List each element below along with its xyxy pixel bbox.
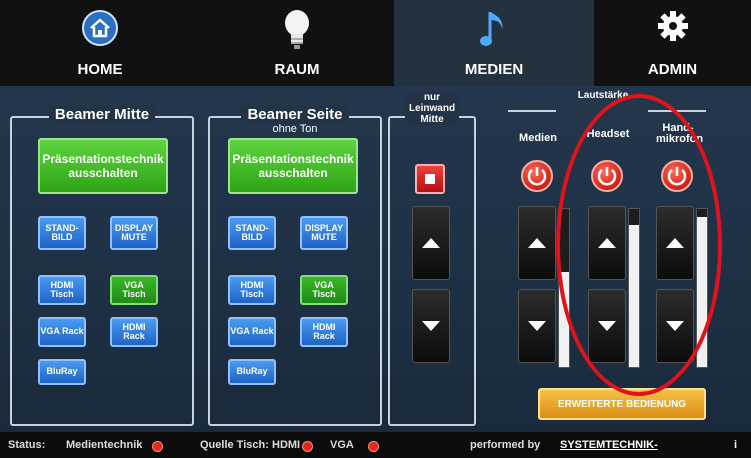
leinwand-title-line1: nur — [423, 92, 441, 103]
praesentationstechnik-off-button-seite[interactable]: Präsentationstechnik ausschalten — [228, 138, 358, 194]
tab-medien[interactable]: MEDIEN — [394, 0, 595, 86]
arrow-down-icon — [666, 321, 684, 331]
tab-admin[interactable]: ADMIN — [594, 0, 751, 86]
medientechnik-status-label: Medientechnik — [66, 439, 143, 451]
arrow-up-icon — [666, 238, 684, 248]
tab-raum[interactable]: RAUM — [200, 0, 395, 86]
handmikrofon-channel-label: Hand-mikrofon — [656, 122, 704, 145]
handmikrofon-volume-up-button[interactable] — [656, 206, 694, 280]
headset-channel-label: Headset — [586, 128, 630, 140]
leinwand-title-line2: Leinwand — [408, 103, 456, 114]
headset-mute-button[interactable] — [591, 160, 623, 192]
arrow-up-icon — [528, 238, 546, 248]
main-panel: Beamer Mitte Präsentationstechnik aussch… — [0, 86, 751, 432]
standbild-button-seite[interactable]: STAND-BILD — [228, 216, 276, 250]
music-note-icon — [480, 12, 503, 46]
hdmi-tisch-button-mitte[interactable]: HDMI Tisch — [38, 275, 86, 305]
vga-tisch-button-mitte[interactable]: VGA Tisch — [110, 275, 158, 305]
erweiterte-bedienung-button[interactable]: ERWEITERTE BEDIENUNG — [538, 388, 706, 420]
tab-medien-label: MEDIEN — [464, 61, 524, 78]
medien-channel-label: Medien — [519, 132, 557, 144]
status-bar: Status: Medientechnik Quelle Tisch: HDMI… — [0, 432, 751, 458]
bluray-button-seite[interactable]: BluRay — [228, 359, 276, 385]
lautstaerke-divider-right — [648, 110, 706, 112]
arrow-down-icon — [422, 321, 440, 331]
status-label: Status: — [8, 439, 46, 451]
handmikrofon-volume-down-button[interactable] — [656, 289, 694, 363]
power-icon — [667, 167, 687, 186]
performed-by-label: performed by — [470, 439, 541, 451]
medientechnik-status-indicator — [152, 441, 163, 452]
leinwand-stop-button[interactable] — [415, 164, 445, 194]
stop-icon — [425, 174, 435, 184]
gear-icon — [657, 11, 688, 41]
leinwand-down-button[interactable] — [412, 289, 450, 363]
tab-admin-label: ADMIN — [647, 61, 698, 78]
medien-level-fill — [559, 272, 569, 367]
handmikrofon-level-fill — [697, 216, 707, 367]
leinwand-up-button[interactable] — [412, 206, 450, 280]
vga-status-label: VGA — [330, 439, 354, 451]
display-mute-button-seite[interactable]: DISPLAY MUTE — [300, 216, 348, 250]
display-mute-button-mitte[interactable]: DISPLAY MUTE — [110, 216, 158, 250]
home-icon — [82, 10, 118, 46]
arrow-down-icon — [598, 321, 616, 331]
beamer-mitte-title: Beamer Mitte — [48, 106, 156, 123]
arrow-up-icon — [422, 238, 440, 248]
lightbulb-icon — [285, 10, 309, 49]
headset-volume-up-button[interactable] — [588, 206, 626, 280]
hdmi-tisch-button-seite[interactable]: HDMI Tisch — [228, 275, 276, 305]
power-icon — [527, 167, 547, 186]
vga-rack-button-mitte[interactable]: VGA Rack — [38, 317, 86, 347]
hdmi-rack-button-mitte[interactable]: HDMI Rack — [110, 317, 158, 347]
beamer-seite-subtitle: ohne Ton — [272, 123, 318, 135]
praesentationstechnik-off-button-mitte[interactable]: Präsentationstechnik ausschalten — [38, 138, 168, 194]
standbild-button-mitte[interactable]: STAND-BILD — [38, 216, 86, 250]
power-icon — [597, 167, 617, 186]
headset-level-fill — [629, 224, 639, 367]
medien-volume-down-button[interactable] — [518, 289, 556, 363]
medien-level-meter — [558, 208, 570, 368]
tab-home-label: HOME — [77, 61, 123, 78]
leinwand-title-line3: Mitte — [420, 114, 444, 125]
hdmi-rack-button-seite[interactable]: HDMI Rack — [300, 317, 348, 347]
lautstaerke-divider-left — [508, 110, 556, 112]
medien-volume-up-button[interactable] — [518, 206, 556, 280]
beamer-seite-title: Beamer Seite — [241, 106, 349, 123]
vga-tisch-button-seite[interactable]: VGA Tisch — [300, 275, 348, 305]
handmikrofon-level-meter — [696, 208, 708, 368]
arrow-up-icon — [598, 238, 616, 248]
medien-mute-button[interactable] — [521, 160, 553, 192]
info-icon[interactable]: i — [734, 439, 737, 451]
vga-status-indicator — [368, 441, 379, 452]
hdmi-status-label: HDMI — [272, 439, 301, 451]
top-navigation: HOME RAUM MEDIEN ADMIN — [0, 0, 751, 86]
tab-raum-label: RAUM — [274, 61, 320, 78]
tab-home[interactable]: HOME — [0, 0, 201, 86]
hdmi-status-indicator — [302, 441, 313, 452]
quelle-tisch-label: Quelle Tisch: — [200, 439, 269, 451]
headset-level-meter — [628, 208, 640, 368]
lautstaerke-title: Lautstärke — [577, 90, 629, 101]
handmikrofon-mute-button[interactable] — [661, 160, 693, 192]
bluray-button-mitte[interactable]: BluRay — [38, 359, 86, 385]
headset-volume-down-button[interactable] — [588, 289, 626, 363]
company-link[interactable]: SYSTEMTECHNIK- — [560, 439, 658, 451]
vga-rack-button-seite[interactable]: VGA Rack — [228, 317, 276, 347]
arrow-down-icon — [528, 321, 546, 331]
